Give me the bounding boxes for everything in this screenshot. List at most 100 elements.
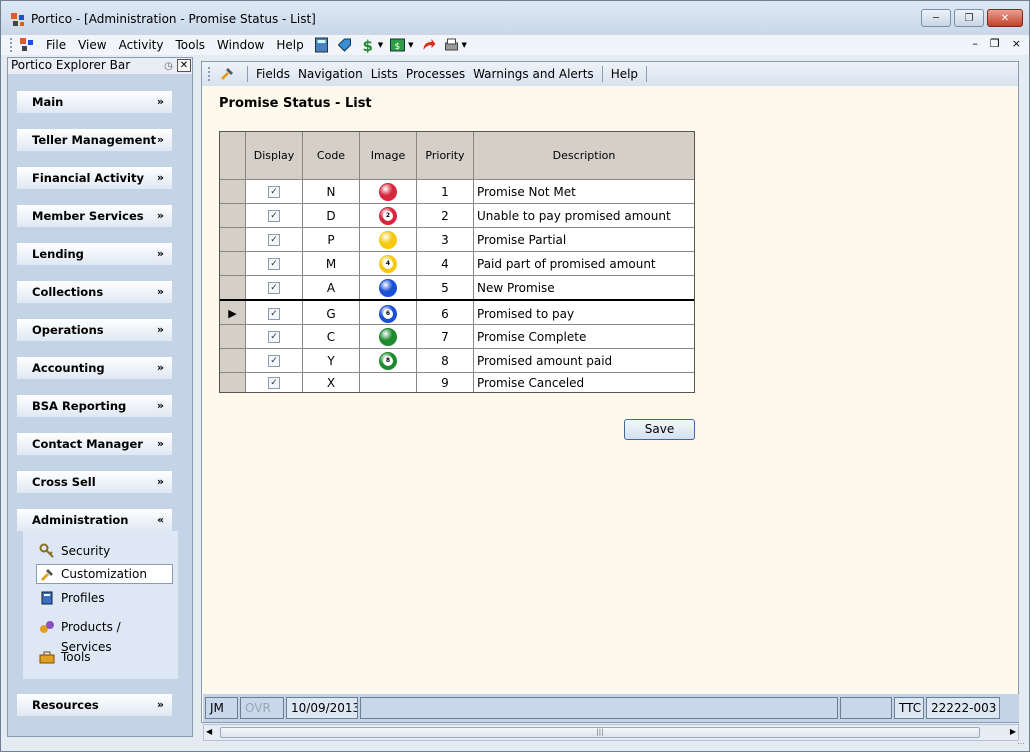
row-selector[interactable] xyxy=(220,252,246,276)
display-checkbox[interactable]: ✓ xyxy=(268,331,280,343)
cell-description[interactable]: Paid part of promised amount xyxy=(474,252,694,276)
cell-priority[interactable]: 6 xyxy=(417,301,474,326)
cell-description[interactable]: New Promise xyxy=(474,276,694,300)
display-checkbox[interactable]: ✓ xyxy=(268,234,280,246)
tb-print-button[interactable]: ▼ xyxy=(443,37,467,53)
cell-image[interactable]: 6 xyxy=(360,301,417,326)
cell-priority[interactable]: 2 xyxy=(417,204,474,228)
display-checkbox[interactable]: ✓ xyxy=(268,376,280,389)
table-row[interactable]: ✓ C 7 Promise Complete xyxy=(220,324,694,349)
group-contact-manager[interactable]: Contact Manager » xyxy=(17,433,172,455)
toolbar-grip[interactable] xyxy=(208,67,211,81)
menu-tools[interactable]: Tools xyxy=(169,38,211,52)
tb-cash-button[interactable]: $ ▼ xyxy=(389,37,414,53)
cell-image[interactable]: 2 xyxy=(360,204,417,228)
admin-item-products-services[interactable]: Products / Services xyxy=(37,617,174,654)
group-resources[interactable]: Resources » xyxy=(17,694,172,716)
toolbar-grip[interactable] xyxy=(10,38,13,52)
cell-code[interactable]: X xyxy=(303,373,360,392)
cell-code[interactable]: P xyxy=(303,228,360,252)
row-selector[interactable] xyxy=(220,373,246,392)
tb-dollar-button[interactable]: $ ▼ xyxy=(359,37,383,53)
cell-priority[interactable]: 9 xyxy=(417,373,474,392)
cell-code[interactable]: C xyxy=(303,325,360,349)
scroll-thumb[interactable]: ||| xyxy=(220,727,980,738)
title-bar[interactable]: Portico - [Administration - Promise Stat… xyxy=(1,1,1029,35)
admin-item-profiles[interactable]: Profiles xyxy=(37,588,174,608)
cell-code[interactable]: Y xyxy=(303,349,360,373)
table-row[interactable]: ✓ P 3 Promise Partial xyxy=(220,227,694,252)
cell-description[interactable]: Promise Complete xyxy=(474,325,694,349)
col-header-description[interactable]: Description xyxy=(474,132,694,179)
table-row[interactable]: ▶ ✓ G 6 6 Promised to pay xyxy=(220,299,694,326)
group-teller-management[interactable]: Teller Management» xyxy=(17,129,172,151)
cell-code[interactable]: M xyxy=(303,252,360,276)
menu-window[interactable]: Window xyxy=(211,38,270,52)
table-row[interactable]: ✓ M 4 4 Paid part of promised amount xyxy=(220,251,694,276)
toolbar-lists[interactable]: Lists xyxy=(367,67,402,81)
group-accounting[interactable]: Accounting » xyxy=(17,357,172,379)
pin-icon[interactable]: ◷ xyxy=(162,59,175,72)
toolbar-warnings-alerts[interactable]: Warnings and Alerts xyxy=(469,67,598,81)
group-operations[interactable]: Operations » xyxy=(17,319,172,341)
scroll-right-icon[interactable]: ▶ xyxy=(1010,727,1016,736)
restore-button[interactable]: ❐ xyxy=(954,9,984,27)
group-cross-sell[interactable]: Cross Sell » xyxy=(17,471,172,493)
col-header-display[interactable]: Display xyxy=(246,132,303,179)
display-checkbox[interactable]: ✓ xyxy=(268,186,280,198)
horizontal-scrollbar[interactable]: ◀ ||| ▶ xyxy=(203,724,1019,741)
table-row[interactable]: ✓ N 1 Promise Not Met xyxy=(220,179,694,204)
mdi-close-button[interactable]: × xyxy=(1012,37,1021,50)
group-financial-activity[interactable]: Financial Activity » xyxy=(17,167,172,189)
tb-tag-button[interactable] xyxy=(336,37,353,53)
cell-description[interactable]: Promised amount paid xyxy=(474,349,694,373)
scroll-left-icon[interactable]: ◀ xyxy=(206,727,212,736)
menu-activity[interactable]: Activity xyxy=(113,38,170,52)
display-checkbox[interactable]: ✓ xyxy=(268,307,280,320)
cell-priority[interactable]: 1 xyxy=(417,180,474,204)
cell-code[interactable]: D xyxy=(303,204,360,228)
group-main[interactable]: Main » xyxy=(17,91,172,113)
col-header-code[interactable]: Code xyxy=(303,132,360,179)
display-checkbox[interactable]: ✓ xyxy=(268,282,280,294)
cell-priority[interactable]: 7 xyxy=(417,325,474,349)
menu-file[interactable]: File xyxy=(40,38,72,52)
menu-help[interactable]: Help xyxy=(270,38,309,52)
cell-image[interactable]: 8 xyxy=(360,349,417,373)
cell-description[interactable]: Promise Partial xyxy=(474,228,694,252)
tb-calculator-button[interactable] xyxy=(313,37,330,53)
display-checkbox[interactable]: ✓ xyxy=(268,210,280,222)
group-collections[interactable]: Collections » xyxy=(17,281,172,303)
close-button[interactable]: ✕ xyxy=(987,9,1023,27)
toolbar-help[interactable]: Help xyxy=(607,67,642,81)
toolbar-fields[interactable]: Fields xyxy=(252,67,294,81)
customization-icon[interactable] xyxy=(219,66,235,82)
admin-item-security[interactable]: Security xyxy=(37,541,174,561)
cell-image[interactable] xyxy=(360,325,417,349)
cell-priority[interactable]: 3 xyxy=(417,228,474,252)
mdi-app-icon[interactable] xyxy=(19,37,35,53)
cell-image[interactable] xyxy=(360,228,417,252)
table-row[interactable]: ✓ X 9 Promise Canceled xyxy=(220,372,694,392)
cell-code[interactable]: G xyxy=(303,301,360,326)
resize-grip-icon[interactable]: ⋯ xyxy=(1017,739,1027,749)
row-selector[interactable] xyxy=(220,276,246,300)
menu-view[interactable]: View xyxy=(72,38,112,52)
col-header-image[interactable]: Image xyxy=(360,132,417,179)
table-row[interactable]: ✓ Y 8 8 Promised amount paid xyxy=(220,348,694,373)
group-member-services[interactable]: Member Services » xyxy=(17,205,172,227)
mdi-restore-button[interactable]: ❐ xyxy=(990,37,1000,50)
cell-code[interactable]: N xyxy=(303,180,360,204)
group-administration[interactable]: Administration » xyxy=(17,509,172,531)
row-selector[interactable] xyxy=(220,228,246,252)
row-selector[interactable] xyxy=(220,325,246,349)
cell-image[interactable] xyxy=(360,180,417,204)
cell-image[interactable] xyxy=(360,373,417,392)
admin-item-tools[interactable]: Tools xyxy=(37,647,174,667)
toolbar-processes[interactable]: Processes xyxy=(402,67,469,81)
display-checkbox[interactable]: ✓ xyxy=(268,258,280,270)
explorer-close-button[interactable]: ✕ xyxy=(177,59,191,72)
display-checkbox[interactable]: ✓ xyxy=(268,355,280,367)
table-row[interactable]: ✓ D 2 2 Unable to pay promised amount xyxy=(220,203,694,228)
admin-item-customization[interactable]: Customization xyxy=(36,564,173,584)
